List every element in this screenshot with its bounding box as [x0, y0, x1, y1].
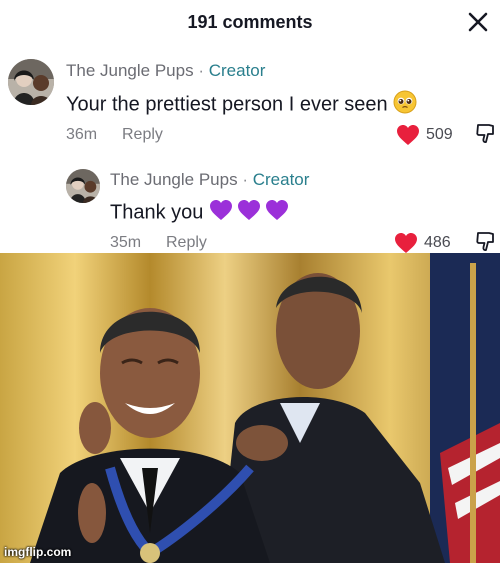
comments-header: 191 comments [0, 0, 500, 48]
avatar-image [66, 169, 100, 203]
close-icon [468, 12, 488, 32]
comments-count-title: 191 comments [187, 12, 313, 32]
comment-time: 36m [66, 126, 98, 143]
avatar[interactable] [66, 169, 100, 203]
separator-dot: · [198, 61, 204, 80]
heart-icon [397, 125, 419, 145]
meme-photo: imgflip.com [0, 253, 500, 563]
like-button[interactable]: 486 [394, 232, 464, 254]
comment-text: Thank you [110, 201, 204, 224]
author-line: The Jungle Pups · Creator [110, 170, 309, 190]
close-button[interactable] [464, 8, 492, 36]
author-name[interactable]: The Jungle Pups [110, 170, 238, 189]
avatar[interactable] [8, 59, 54, 105]
comment-text: Your the prettiest person I ever seen [66, 93, 388, 116]
reply-button[interactable]: Reply [166, 234, 207, 252]
comment-text-row: Thank you [110, 198, 293, 228]
thumbs-down-icon [476, 124, 494, 143]
comment-time: 35m [110, 234, 142, 251]
reply-button[interactable]: Reply [122, 126, 163, 144]
purple-hearts-emoji [209, 198, 293, 228]
dislike-button[interactable] [476, 123, 496, 150]
comments-panel: 191 comments The Jungle Pups · Creator Y… [0, 0, 500, 253]
watermark-text: imgflip.com [4, 545, 72, 559]
like-count: 486 [424, 234, 451, 251]
separator-dot: · [242, 170, 248, 189]
reply-comment-item: The Jungle Pups · Creator Thank you 35m … [0, 165, 500, 253]
comment-item: The Jungle Pups · Creator Your the prett… [0, 55, 500, 155]
comment-text-row: Your the prettiest person I ever seen [66, 90, 417, 120]
like-count: 509 [426, 126, 453, 143]
creator-badge: Creator [252, 170, 310, 189]
avatar-image [8, 59, 54, 105]
creator-badge: Creator [208, 61, 266, 80]
author-name[interactable]: The Jungle Pups [66, 61, 194, 80]
pleading-face-emoji [393, 90, 417, 120]
heart-icon [395, 233, 417, 253]
like-button[interactable]: 509 [396, 124, 466, 146]
author-line: The Jungle Pups · Creator [66, 61, 265, 81]
medal-ceremony-image [0, 253, 500, 563]
thumbs-down-icon [476, 232, 494, 251]
